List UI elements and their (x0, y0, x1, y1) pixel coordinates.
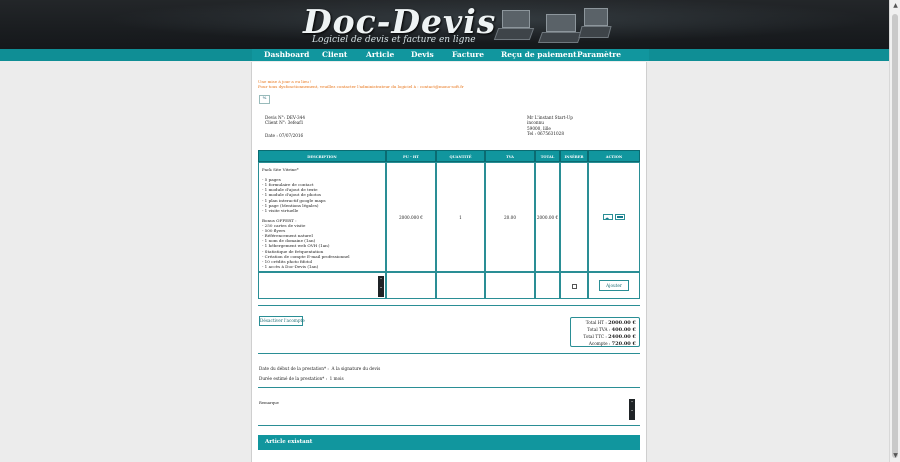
new-quantity-input[interactable] (436, 272, 485, 299)
main-nav: Dashboard Client Article Devis Facture R… (0, 49, 889, 61)
description-line: - 1 accès à Doc-Devis (1an) (262, 263, 319, 269)
remarks-textarea[interactable]: Remarque ⌃ ⌄ (258, 397, 640, 420)
remarks-placeholder: Remarque (259, 400, 279, 405)
col-header-inserer: INSÉRER (560, 150, 588, 162)
new-action-cell: Ajouter (588, 272, 640, 299)
percent-button[interactable]: % (259, 95, 270, 104)
col-header-action: ACTION (588, 150, 640, 162)
service-duration[interactable]: Durée estimé de la prestation* : 1 mois (259, 376, 344, 381)
action-cell: ☁ (588, 162, 640, 272)
edit-icon: ☁ (605, 215, 609, 220)
divider (258, 387, 640, 388)
nav-parametre[interactable]: Paramètre (577, 49, 621, 61)
nav-facture[interactable]: Facture (452, 49, 484, 61)
total-ht: Total HT : 2000.00 € (585, 320, 636, 326)
resize-stepper-icon[interactable]: ⌃ ⌄ (378, 276, 384, 297)
col-header-quantity: QUANTITÉ (436, 150, 485, 162)
nav-article[interactable]: Article (366, 49, 394, 61)
total-value: 2000.00 € (536, 215, 559, 220)
description-lines: Pack Site Vitrine* - 5 pages - 1 formulai… (262, 167, 383, 269)
nav-client[interactable]: Client (322, 49, 347, 61)
nav-recu-paiement[interactable]: Reçu de paiement (501, 49, 577, 61)
tagline: Logiciel de devis et facture en ligne (312, 35, 476, 45)
service-start[interactable]: Date du début de la prestation* : A la s… (259, 366, 380, 371)
col-header-description: DESCRIPTION (258, 150, 386, 162)
total-tva: Total TVA : 400.00 € (587, 327, 636, 333)
col-header-tva: TVA (485, 150, 535, 162)
new-inserer-cell (560, 272, 588, 299)
divider (258, 425, 640, 426)
new-description-input[interactable]: ⌃ ⌄ (258, 272, 386, 299)
new-tva-input[interactable] (485, 272, 535, 299)
nav-devis[interactable]: Devis (411, 49, 434, 61)
resize-stepper-icon[interactable]: ⌃ ⌄ (629, 399, 635, 420)
pu-ht-value: 2000.000 € (399, 215, 423, 220)
percent-icon: % (262, 95, 267, 100)
description-cell[interactable]: Pack Site Vitrine* - 5 pages - 1 formulai… (258, 162, 386, 272)
scroll-down-icon[interactable]: ▼ (892, 452, 899, 460)
col-header-pu-ht: PU - HT (386, 150, 436, 162)
recipient-city: inconnu (527, 120, 544, 125)
scroll-up-icon[interactable]: ▲ (892, 2, 899, 10)
tva-value: 20.00 (504, 215, 516, 220)
totals-box: Total HT : 2000.00 € Total TVA : 400.00 … (570, 317, 640, 347)
existing-article-section[interactable]: Article existant (258, 435, 640, 450)
insert-checkbox[interactable] (572, 284, 577, 289)
client-number: Client N°: 3efeaf1 (265, 120, 304, 125)
add-row-button[interactable]: Ajouter (599, 280, 629, 291)
deactivate-deposit-button[interactable]: Désactiver l'acompte (259, 316, 305, 326)
new-total-cell (535, 272, 560, 299)
contact-notice: Pour tous dysfonctionnement, veuillez co… (258, 84, 464, 89)
inserer-cell (560, 162, 588, 272)
divider (258, 353, 640, 354)
nav-dashboard[interactable]: Dashboard (264, 49, 309, 61)
pu-ht-cell[interactable]: 2000.000 € (386, 162, 436, 272)
quote-date: Date : 07/07/2016 (265, 133, 304, 138)
recipient-phone: Tel : 0675631028 (527, 131, 565, 136)
total-cell: 2000.00 € (535, 162, 560, 272)
laptops-illustration (488, 6, 613, 46)
col-header-total: TOTAL (535, 150, 560, 162)
deposit-amount: Acompte : 720.00 € (588, 341, 636, 347)
minus-icon (617, 216, 623, 218)
new-pu-ht-input[interactable] (386, 272, 436, 299)
total-ttc: Total TTC : 2400.00 € (583, 334, 636, 340)
scroll-thumb[interactable] (892, 14, 898, 458)
header-banner: Doc-Devis Logiciel de devis et facture e… (0, 0, 889, 49)
quantity-value: 1 (459, 215, 462, 220)
divider (258, 305, 640, 306)
edit-row-button[interactable]: ☁ (603, 214, 613, 220)
delete-row-button[interactable] (615, 214, 625, 220)
tva-cell[interactable]: 20.00 (485, 162, 535, 272)
quantity-cell[interactable]: 1 (436, 162, 485, 272)
quote-panel: Une mise à jour a eu lieu ! Pour tous dy… (251, 62, 647, 462)
page-scrollbar[interactable]: ▲ ▼ (889, 0, 900, 462)
